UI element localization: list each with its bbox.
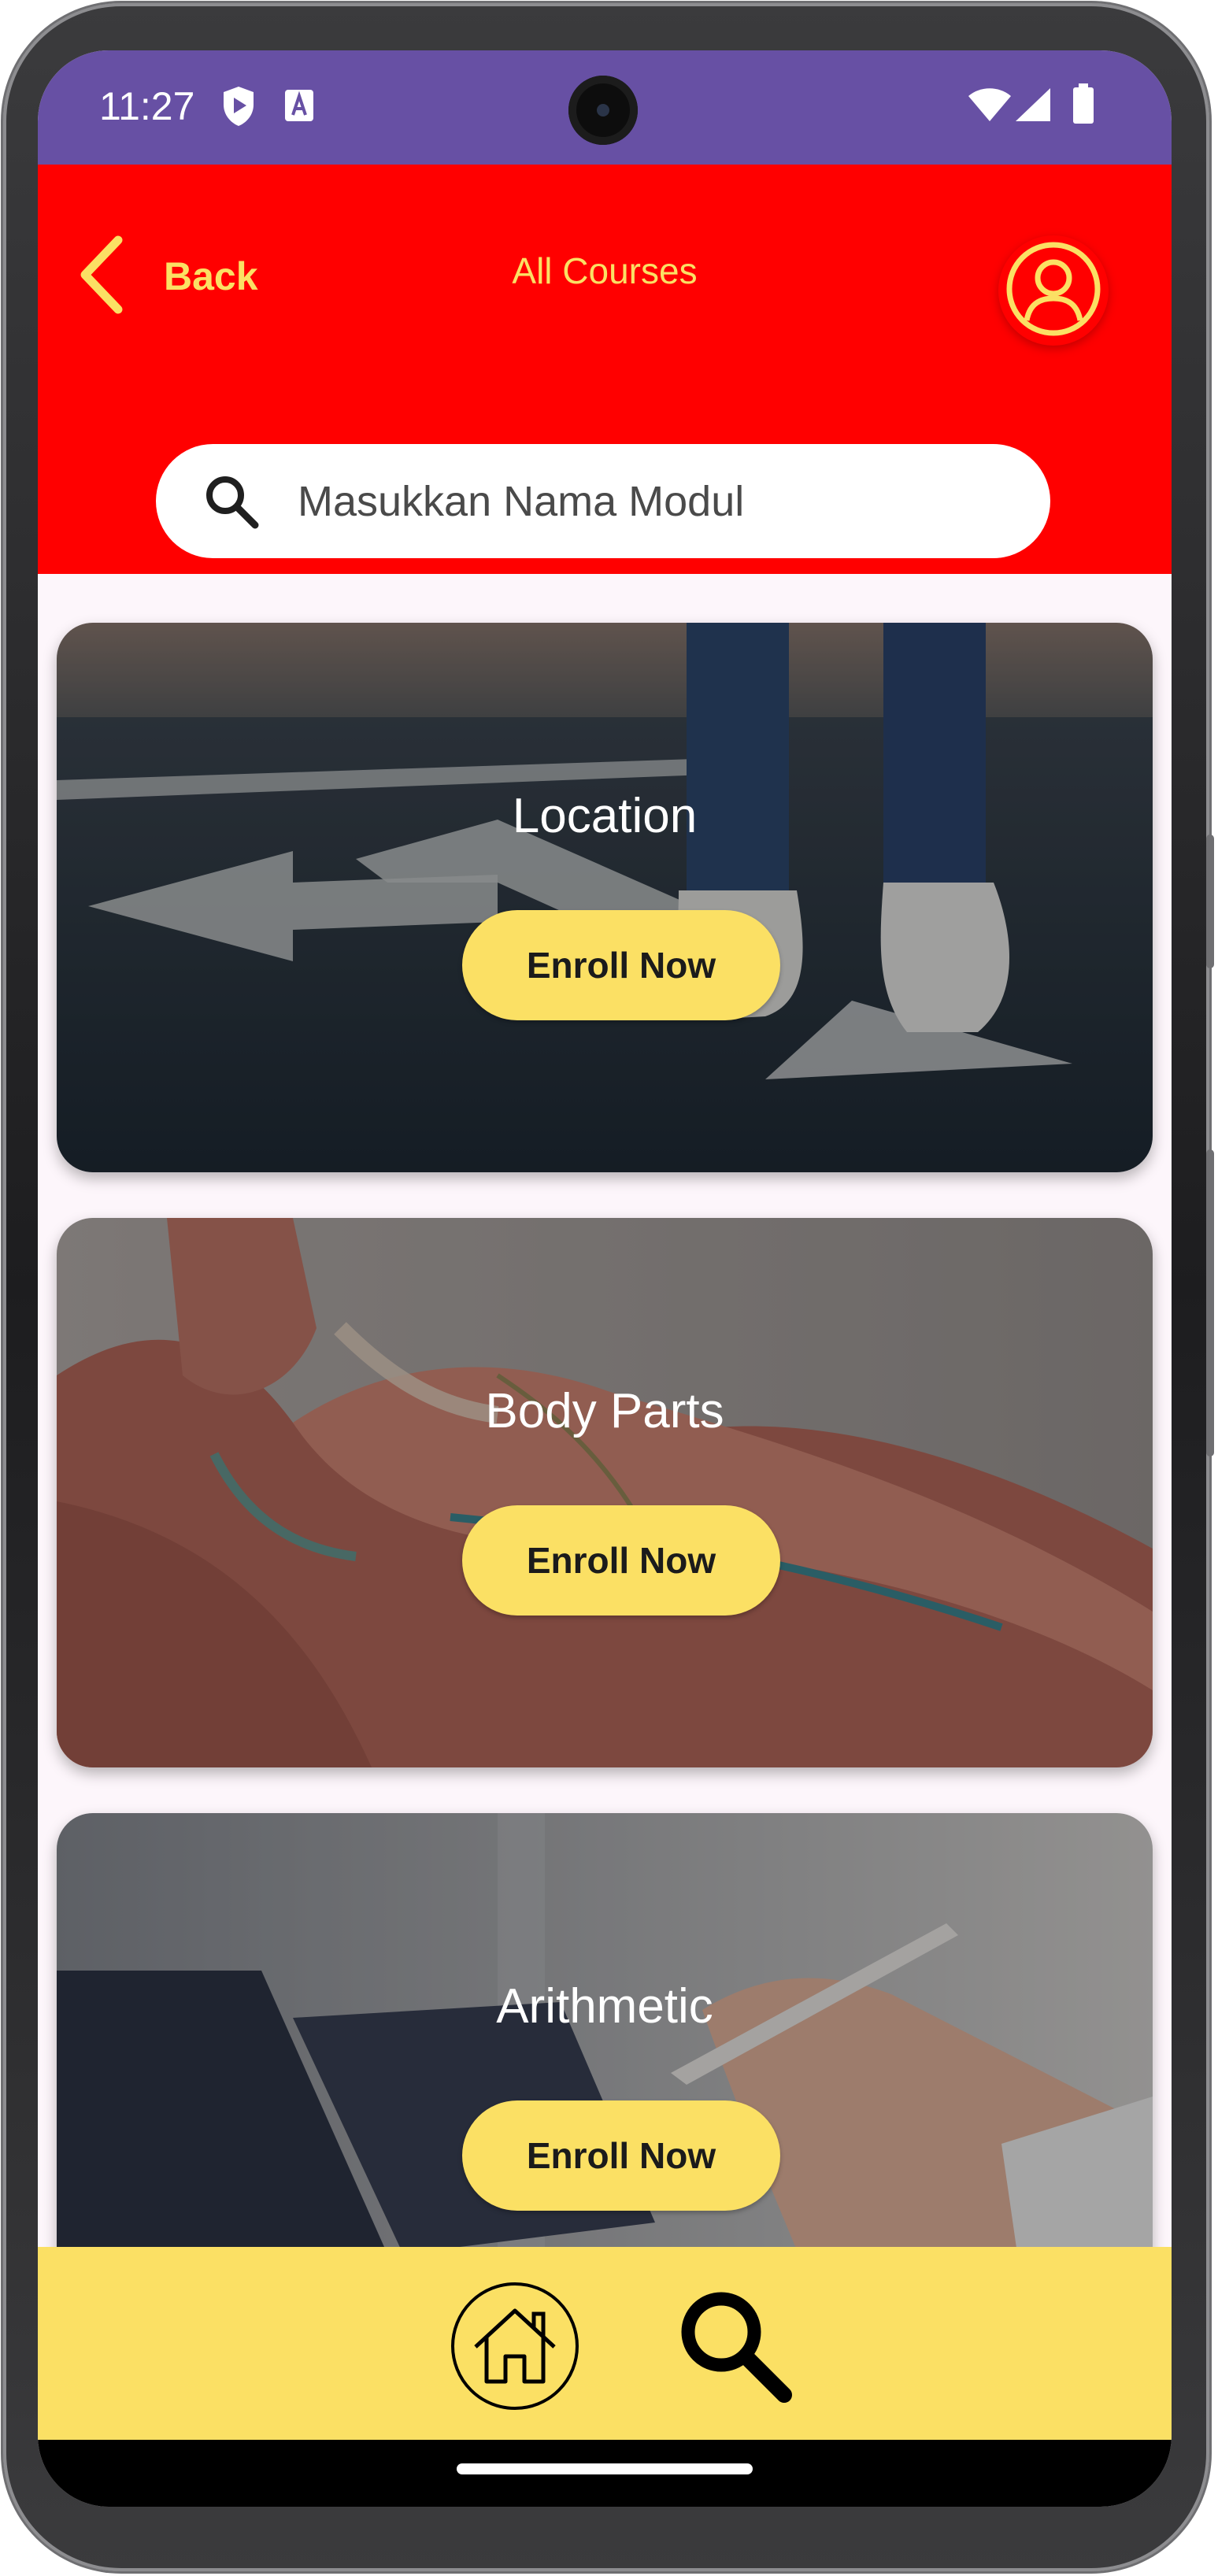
chevron-left-icon <box>77 235 124 318</box>
search-icon <box>676 2292 794 2408</box>
cell-signal-icon <box>1014 87 1052 127</box>
wifi-icon <box>967 87 1013 127</box>
back-button[interactable]: Back <box>77 235 258 318</box>
card-overlay <box>57 623 1153 1172</box>
status-bar: 11:27 <box>38 50 1172 165</box>
enroll-now-button[interactable]: Enroll Now <box>462 910 780 1020</box>
gesture-area <box>38 2440 1172 2507</box>
keyboard-a-icon <box>283 88 315 127</box>
profile-button[interactable] <box>998 235 1109 346</box>
course-card-body-parts[interactable]: Body Parts Enroll Now <box>57 1218 1153 1767</box>
user-avatar-icon <box>1005 240 1102 342</box>
back-label: Back <box>164 254 258 298</box>
bottom-navigation <box>38 2247 1172 2440</box>
power-button <box>1206 835 1214 968</box>
page-title: All Courses <box>512 250 698 291</box>
volume-button <box>1206 1149 1214 1456</box>
card-overlay <box>57 1218 1153 1767</box>
search-input[interactable] <box>296 476 1008 527</box>
home-icon <box>468 2301 562 2392</box>
course-list[interactable]: Location Enroll Now Body Parts Enroll No… <box>38 574 1172 2361</box>
shield-icon <box>220 85 257 131</box>
search-icon <box>203 473 260 530</box>
enroll-now-button[interactable]: Enroll Now <box>462 1505 780 1616</box>
front-camera <box>568 76 638 145</box>
course-card-location[interactable]: Location Enroll Now <box>57 623 1153 1172</box>
course-title: Location <box>512 789 698 843</box>
course-title: Body Parts <box>485 1384 724 1438</box>
battery-icon <box>1072 83 1094 128</box>
search-bar[interactable] <box>156 444 1050 558</box>
nav-search-button[interactable] <box>676 2286 794 2404</box>
enroll-now-button[interactable]: Enroll Now <box>462 2100 780 2211</box>
app-screen: 11:27 Back All Courses Masukkan Nama Mod… <box>38 50 1172 2507</box>
status-time: 11:27 <box>99 84 195 128</box>
course-title: Arithmetic <box>496 1979 713 2034</box>
app-header: Back All Courses <box>38 165 1172 574</box>
home-indicator[interactable] <box>457 2463 753 2474</box>
nav-home-button[interactable] <box>451 2282 579 2410</box>
